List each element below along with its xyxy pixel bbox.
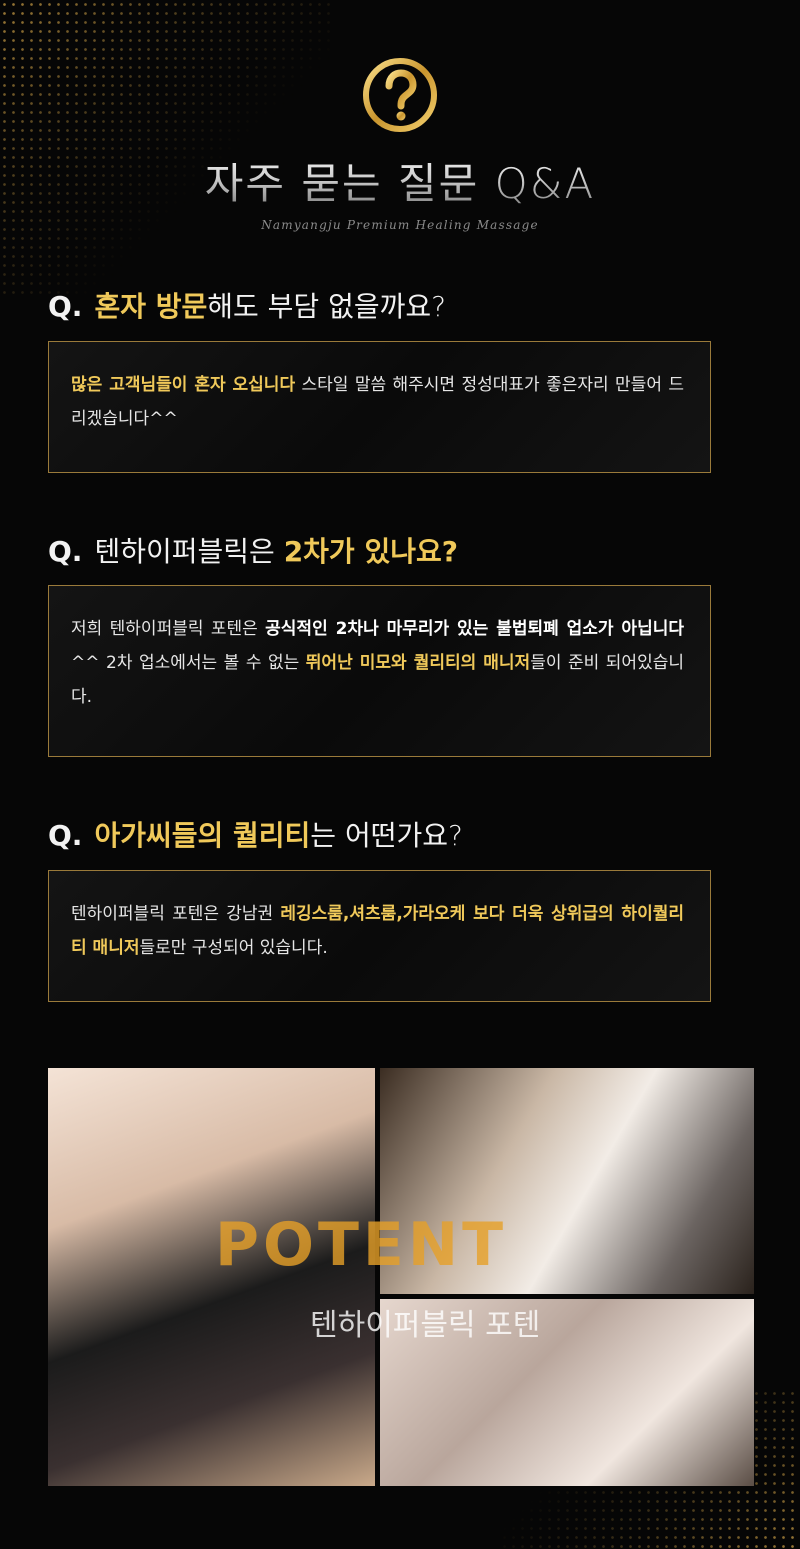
answer-text: ^^ 2차 업소에서는 볼 수 없는 <box>71 653 306 673</box>
question-circle-icon <box>363 58 437 132</box>
answer-highlight: 많은 고객님들이 혼자 오십니다 <box>71 375 296 395</box>
faq-question-2: Q. 텐하이퍼블릭은 2차가 있나요? <box>48 530 458 570</box>
answer-text: 텐하이퍼블릭 포텐은 강남권 <box>71 904 281 924</box>
answer-emphasis: 공식적인 2차나 마무리가 있는 불법퇴폐 업소가 아닙니다 <box>265 619 684 639</box>
brand-watermark-en: POTENT <box>215 1210 508 1280</box>
question-prefix: Q. <box>48 535 83 568</box>
answer-highlight: 뛰어난 미모와 퀄리티의 매니저 <box>305 653 531 673</box>
faq-answer-1: 많은 고객님들이 혼자 오십니다 스타일 말씀 해주시면 정성대표가 좋은자리 … <box>48 341 711 473</box>
faq-answer-2: 저희 텐하이퍼블릭 포텐은 공식적인 2차나 마무리가 있는 불법퇴폐 업소가 … <box>48 585 711 757</box>
page-subtitle: Namyangju Premium Healing Massage <box>261 218 539 232</box>
question-highlight: 혼자 방문 <box>94 290 208 323</box>
question-text: 는 어떤가요? <box>310 819 463 852</box>
faq-answer-3: 텐하이퍼블릭 포텐은 강남권 레깅스룸,셔츠룸,가라오케 보다 더욱 상위급의 … <box>48 870 711 1002</box>
question-text: 해도 부담 없을까요? <box>207 290 446 323</box>
answer-text: 들로만 구성되어 있습니다. <box>139 938 328 958</box>
question-prefix: Q. <box>48 290 83 323</box>
question-text: 텐하이퍼블릭은 <box>94 535 284 568</box>
faq-question-1: Q. 혼자 방문해도 부담 없을까요? <box>48 285 446 325</box>
question-highlight: 아가씨들의 퀄리티 <box>94 819 311 852</box>
page-title: 자주 묻는 질문 Q&A <box>0 150 800 211</box>
answer-text: 저희 텐하이퍼블릭 포텐은 <box>71 619 266 639</box>
question-highlight: 2차가 있나요? <box>283 535 458 568</box>
faq-question-3: Q. 아가씨들의 퀄리티는 어떤가요? <box>48 814 463 854</box>
brand-watermark-ko: 텐하이퍼블릭 포텐 <box>310 1308 541 1343</box>
question-prefix: Q. <box>48 819 83 852</box>
